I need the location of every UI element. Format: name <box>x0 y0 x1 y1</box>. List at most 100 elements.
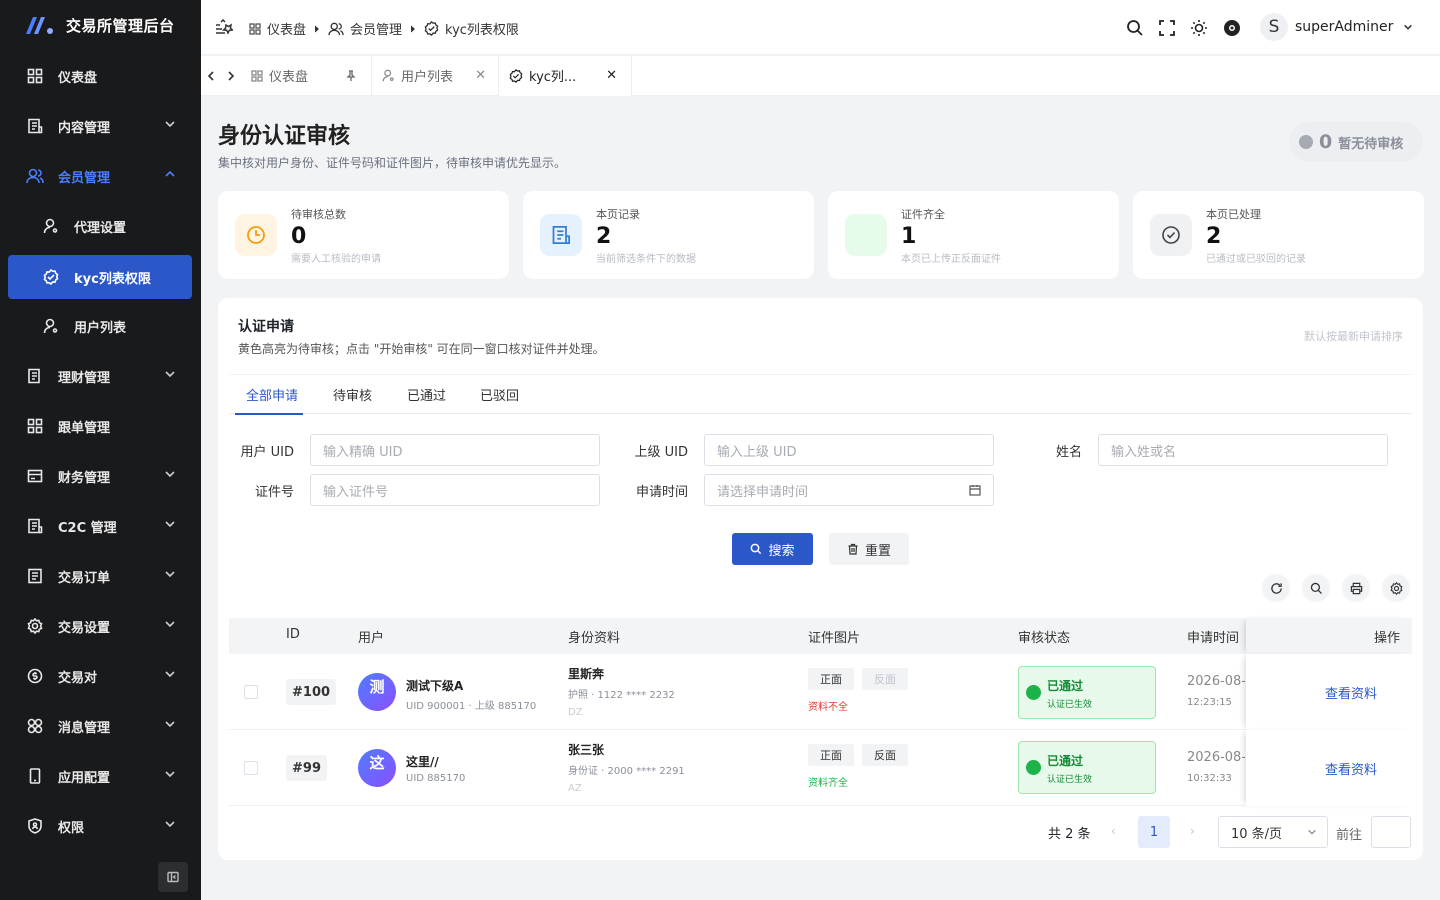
collapse-sidebar-button[interactable] <box>158 862 188 892</box>
back-image-button[interactable]: 反面 <box>862 744 908 766</box>
column-settings-button[interactable] <box>1382 574 1410 602</box>
sidebar-item-app-config[interactable]: 应用配置 <box>8 754 192 798</box>
sidebar-item-label: C2C 管理 <box>58 520 117 536</box>
document-icon <box>26 517 44 535</box>
tab-rejected[interactable]: 已驳回 <box>480 385 519 404</box>
avatar[interactable]: S <box>1260 13 1288 41</box>
chevron-down-icon[interactable] <box>1403 22 1413 32</box>
sidebar-item-kyc[interactable]: kyc列表权限 <box>8 255 192 299</box>
front-image-button[interactable]: 正面 <box>808 744 854 766</box>
apply-time-placeholder: 请选择申请时间 <box>717 484 809 500</box>
chevron-down-icon <box>1308 829 1316 835</box>
fullscreen-icon[interactable] <box>1159 20 1175 36</box>
row-checkbox[interactable] <box>244 761 258 775</box>
chevron-right-icon[interactable] <box>227 71 235 81</box>
tab-all[interactable]: 全部申请 <box>246 385 298 404</box>
table-header: ID 用户 身份资料 证件图片 审核状态 申请时间 操作 <box>229 618 1412 654</box>
user-name: 测试下级A <box>406 679 464 693</box>
grid-icon <box>26 417 44 435</box>
sidebar-item-agent-settings[interactable]: 代理设置 <box>8 204 192 248</box>
kyc-applications-panel: 认证申请 黄色高亮为待审核；点击 "开始审核" 可在同一窗口核对证件并处理。 默… <box>218 298 1423 860</box>
print-button[interactable] <box>1342 574 1370 602</box>
status-text: 已通过 <box>1047 679 1084 693</box>
dashboard-icon <box>249 22 261 35</box>
apply-date: 2026-08- <box>1187 750 1245 765</box>
name-input[interactable]: 输入姓或名 <box>1098 434 1388 466</box>
close-icon[interactable]: ✕ <box>606 68 617 83</box>
tab-pending[interactable]: 待审核 <box>333 385 372 404</box>
sidebar-item-user-list[interactable]: 用户列表 <box>8 304 192 348</box>
breadcrumb-item[interactable]: 会员管理 <box>350 19 402 38</box>
dashboard-icon <box>26 67 44 85</box>
coin-icon <box>26 667 44 685</box>
settings-icon[interactable] <box>1223 19 1241 37</box>
pending-pill: 0 暂无待审核 <box>1289 122 1423 162</box>
view-details-link[interactable]: 查看资料 <box>1325 683 1377 702</box>
close-icon[interactable]: ✕ <box>475 68 486 83</box>
tab-dashboard[interactable]: 仪表盘 <box>241 55 372 96</box>
front-image-button[interactable]: 正面 <box>808 668 854 690</box>
main-content: 身份认证审核 集中核对用户身份、证件号码和证件图片，待审核申请优先显示。 0 暂… <box>201 96 1440 900</box>
column-actions-cell: 操作 <box>1246 618 1412 654</box>
sun-icon[interactable] <box>1190 19 1208 37</box>
sidebar-item-content[interactable]: 内容管理 <box>8 104 192 148</box>
user-uid: UID 885170 <box>406 773 466 784</box>
next-page-icon[interactable]: › <box>1190 824 1195 838</box>
sidebar-item-dashboard[interactable]: 仪表盘 <box>8 54 192 98</box>
user-icon <box>382 69 394 82</box>
sidebar-item-permissions[interactable]: 权限 <box>8 804 192 848</box>
prev-page-icon[interactable]: ‹ <box>1111 824 1116 838</box>
sidebar-item-trading-pairs[interactable]: 交易对 <box>8 654 192 698</box>
chevron-up-icon <box>165 170 175 177</box>
sidebar-item-copy-trading[interactable]: 跟单管理 <box>8 404 192 448</box>
sidebar-item-finance-products[interactable]: 理财管理 <box>8 354 192 398</box>
search-button[interactable]: 搜索 <box>732 533 813 565</box>
sidebar-item-financial[interactable]: 财务管理 <box>8 454 192 498</box>
reset-button[interactable]: 重置 <box>829 533 909 565</box>
row-checkbox[interactable] <box>244 685 258 699</box>
sidebar-item-label: 用户列表 <box>74 320 127 336</box>
pin-icon[interactable] <box>345 69 357 82</box>
sidebar-item-label: 理财管理 <box>58 370 111 386</box>
tab-user-list[interactable]: 用户列表 ✕ <box>372 55 499 96</box>
breadcrumb-item[interactable]: 仪表盘 <box>267 19 306 38</box>
parent-uid-input[interactable]: 输入上级 UID <box>704 434 994 466</box>
stat-value: 0 <box>291 223 307 249</box>
goto-page-input[interactable] <box>1371 816 1411 848</box>
table-search-button[interactable] <box>1302 574 1330 602</box>
check-circle-icon <box>1150 214 1192 256</box>
logo[interactable]: 交易所管理后台 <box>0 0 201 50</box>
doc-status: 资料不全 <box>808 702 848 713</box>
sidebar-item-c2c[interactable]: C2C 管理 <box>8 504 192 548</box>
apply-time-picker[interactable]: 请选择申请时间 <box>704 474 994 506</box>
dashboard-icon <box>251 69 263 82</box>
page-size-value: 10 条/页 <box>1231 826 1283 842</box>
tab-approved[interactable]: 已通过 <box>407 385 446 404</box>
chevron-left-icon[interactable] <box>207 71 215 81</box>
pending-count: 0 <box>1319 131 1333 153</box>
cert-input[interactable]: 输入证件号 <box>310 474 600 506</box>
stat-card-pending: 待审核总数 0 需要人工核验的申请 <box>218 191 509 279</box>
page-button-current[interactable]: 1 <box>1138 816 1170 848</box>
menu-fold-icon[interactable] <box>215 19 233 35</box>
table-row: #100 测 测试下级A UID 900001 · 上级 885170 里斯奔 … <box>229 654 1412 730</box>
sidebar-item-trade-settings[interactable]: 交易设置 <box>8 604 192 648</box>
user-icon <box>42 217 60 235</box>
search-icon[interactable] <box>1126 19 1144 37</box>
page-size-select[interactable]: 10 条/页 <box>1218 816 1328 848</box>
status-dot <box>1026 760 1041 775</box>
sidebar-item-label: 内容管理 <box>58 120 111 136</box>
user-name[interactable]: superAdminer <box>1295 19 1393 35</box>
uid-input[interactable]: 输入精确 UID <box>310 434 600 466</box>
refresh-button[interactable] <box>1262 574 1290 602</box>
back-image-button: 反面 <box>862 668 908 690</box>
sidebar-item-messages[interactable]: 消息管理 <box>8 704 192 748</box>
row-id: #99 <box>286 755 327 781</box>
sidebar-item-members[interactable]: 会员管理 <box>8 154 192 198</box>
document-icon <box>26 117 44 135</box>
view-details-link[interactable]: 查看资料 <box>1325 759 1377 778</box>
tab-kyc[interactable]: kyc列... ✕ <box>499 55 632 96</box>
sidebar-item-trade-orders[interactable]: 交易订单 <box>8 554 192 598</box>
stat-hint: 当前筛选条件下的数据 <box>596 253 696 265</box>
stat-hint: 本页已上传正反面证件 <box>901 253 1001 265</box>
